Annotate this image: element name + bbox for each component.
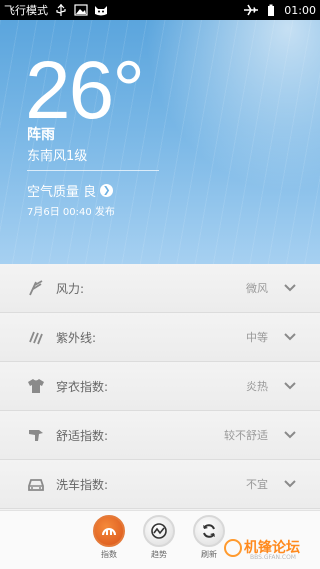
index-label: 风力: [56,281,85,296]
airplane-icon [244,4,259,16]
index-button[interactable]: 指数 [89,515,129,560]
index-value: 炎热 [246,380,268,393]
index-row-wind[interactable]: 风力: 微风 [0,264,320,313]
index-row-carwash[interactable]: 洗车指数: 不宜 [0,460,320,509]
uv-icon [27,328,45,346]
index-label: 洗车指数: [56,477,109,492]
index-label: 穿衣指数: [56,379,109,394]
chevron-down-icon [284,431,296,439]
clock: 01:00 [284,3,316,17]
refresh-button[interactable]: 刷新 [189,515,229,560]
weather-header: 26° 阵雨 东南风1级 空气质量 良 ❯ 7月6日 00:40 发布 [0,20,320,264]
status-bar: 飞行模式 01:00 [0,0,320,20]
air-quality-link[interactable]: 空气质量 良 ❯ [27,181,114,200]
battery-icon [264,4,278,16]
chevron-down-icon [284,480,296,488]
chevron-down-icon [284,284,296,292]
image-icon [74,4,88,16]
watermark: 机锋论坛 BBS.GFAN.COM [224,537,320,565]
gfan-logo-icon [224,539,242,557]
current-temperature: 26° [25,45,145,136]
weather-condition: 阵雨 [27,127,55,143]
index-value: 微风 [246,282,268,295]
index-row-clothing[interactable]: 穿衣指数: 炎热 [0,362,320,411]
wind-icon [27,279,45,297]
index-label: 紫外线: [56,330,97,345]
index-icon [93,515,125,547]
index-row-uv[interactable]: 紫外线: 中等 [0,313,320,362]
refresh-icon [193,515,225,547]
index-list: 风力: 微风 紫外线: 中等 穿衣指数: 炎热 舒适指数: 较不舒适 洗车指数:… [0,264,320,509]
index-value: 较不舒适 [224,429,268,442]
shirt-icon [27,377,45,395]
index-value: 中等 [246,331,268,344]
airplane-mode-label: 飞行模式 [4,4,48,17]
comfort-icon [27,426,45,444]
index-row-comfort[interactable]: 舒适指数: 较不舒适 [0,411,320,460]
usb-icon [54,4,68,16]
wind-info: 东南风1级 [27,149,88,164]
air-quality-label: 空气质量 良 [27,185,97,200]
index-button-label: 指数 [101,550,117,559]
divider [27,170,159,171]
chevron-down-icon [284,382,296,390]
trend-button-label: 趋势 [151,550,167,559]
index-value: 不宜 [246,478,268,491]
cat-icon [94,4,108,16]
chevron-right-icon: ❯ [100,184,114,197]
car-icon [27,475,45,493]
trend-button[interactable]: 趋势 [139,515,179,560]
publish-time: 7月6日 00:40 发布 [27,207,115,218]
watermark-subtitle: BBS.GFAN.COM [250,554,296,561]
trend-icon [143,515,175,547]
refresh-button-label: 刷新 [201,550,217,559]
chevron-down-icon [284,333,296,341]
index-label: 舒适指数: [56,428,109,443]
